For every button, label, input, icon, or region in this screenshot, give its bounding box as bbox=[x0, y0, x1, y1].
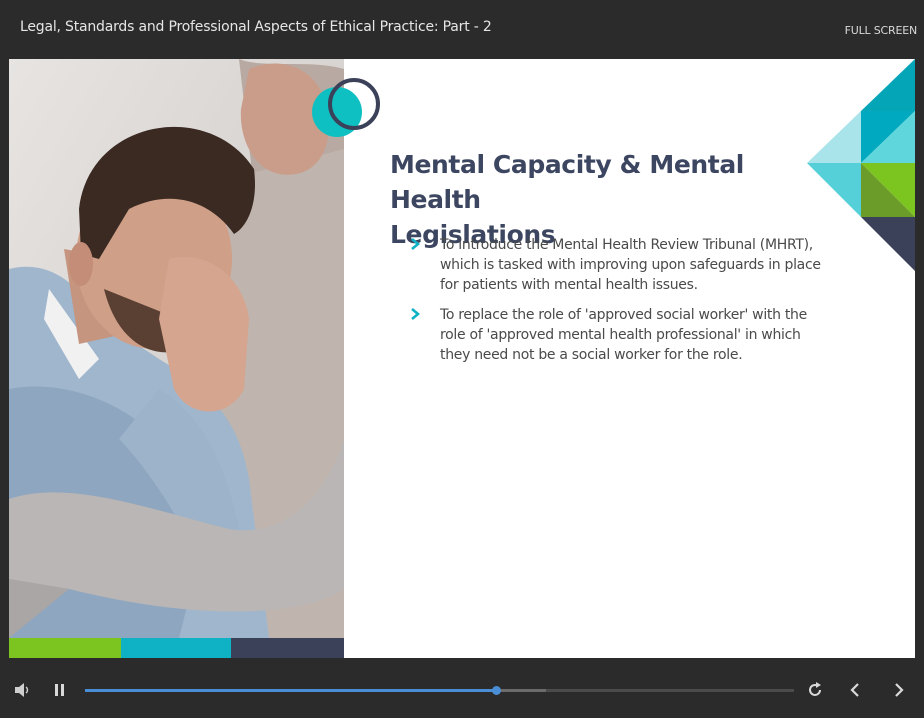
color-bar-teal bbox=[121, 638, 231, 658]
chevron-right-icon bbox=[411, 308, 421, 320]
bullet-line: role of 'approved mental health professi… bbox=[440, 327, 801, 343]
circles-decoration bbox=[312, 78, 380, 137]
chevron-right-icon bbox=[411, 238, 421, 250]
player-controls bbox=[0, 670, 924, 710]
bullet-line: To replace the role of 'approved social … bbox=[440, 307, 807, 323]
color-bar-green bbox=[9, 638, 121, 658]
chevron-left-icon[interactable] bbox=[848, 682, 862, 698]
bullet-text: To replace the role of 'approved social … bbox=[440, 305, 829, 365]
color-bar-navy bbox=[231, 638, 344, 658]
bullet-text: To introduce the Mental Health Review Tr… bbox=[440, 235, 829, 295]
photo-illustration bbox=[9, 59, 344, 638]
slide-photo bbox=[9, 59, 344, 638]
bullet-line: for patients with mental health issues. bbox=[440, 277, 698, 293]
course-title: Legal, Standards and Professional Aspect… bbox=[20, 19, 492, 35]
fullscreen-button[interactable]: FULL SCREEN bbox=[845, 24, 918, 37]
bullet-item: To introduce the Mental Health Review Tr… bbox=[409, 235, 829, 295]
replay-icon[interactable] bbox=[806, 681, 824, 699]
bullet-line: To introduce the Mental Health Review Tr… bbox=[440, 237, 813, 253]
bullet-list: To introduce the Mental Health Review Tr… bbox=[409, 235, 829, 375]
bullet-line: which is tasked with improving upon safe… bbox=[440, 257, 821, 273]
volume-icon[interactable] bbox=[14, 682, 32, 698]
seek-thumb[interactable] bbox=[492, 686, 502, 695]
seek-bar[interactable] bbox=[85, 686, 794, 695]
pause-icon[interactable] bbox=[54, 683, 66, 697]
seek-progress bbox=[85, 689, 497, 692]
player-header: Legal, Standards and Professional Aspect… bbox=[0, 0, 924, 58]
slide-canvas: Mental Capacity & Mental Health Legislat… bbox=[9, 59, 915, 658]
chevron-right-icon[interactable] bbox=[892, 682, 906, 698]
photo-color-bar bbox=[9, 638, 344, 658]
bullet-item: To replace the role of 'approved social … bbox=[409, 305, 829, 365]
bullet-line: they need not be a social worker for the… bbox=[440, 347, 743, 363]
slide-title-line1: Mental Capacity & Mental Health bbox=[390, 150, 744, 214]
